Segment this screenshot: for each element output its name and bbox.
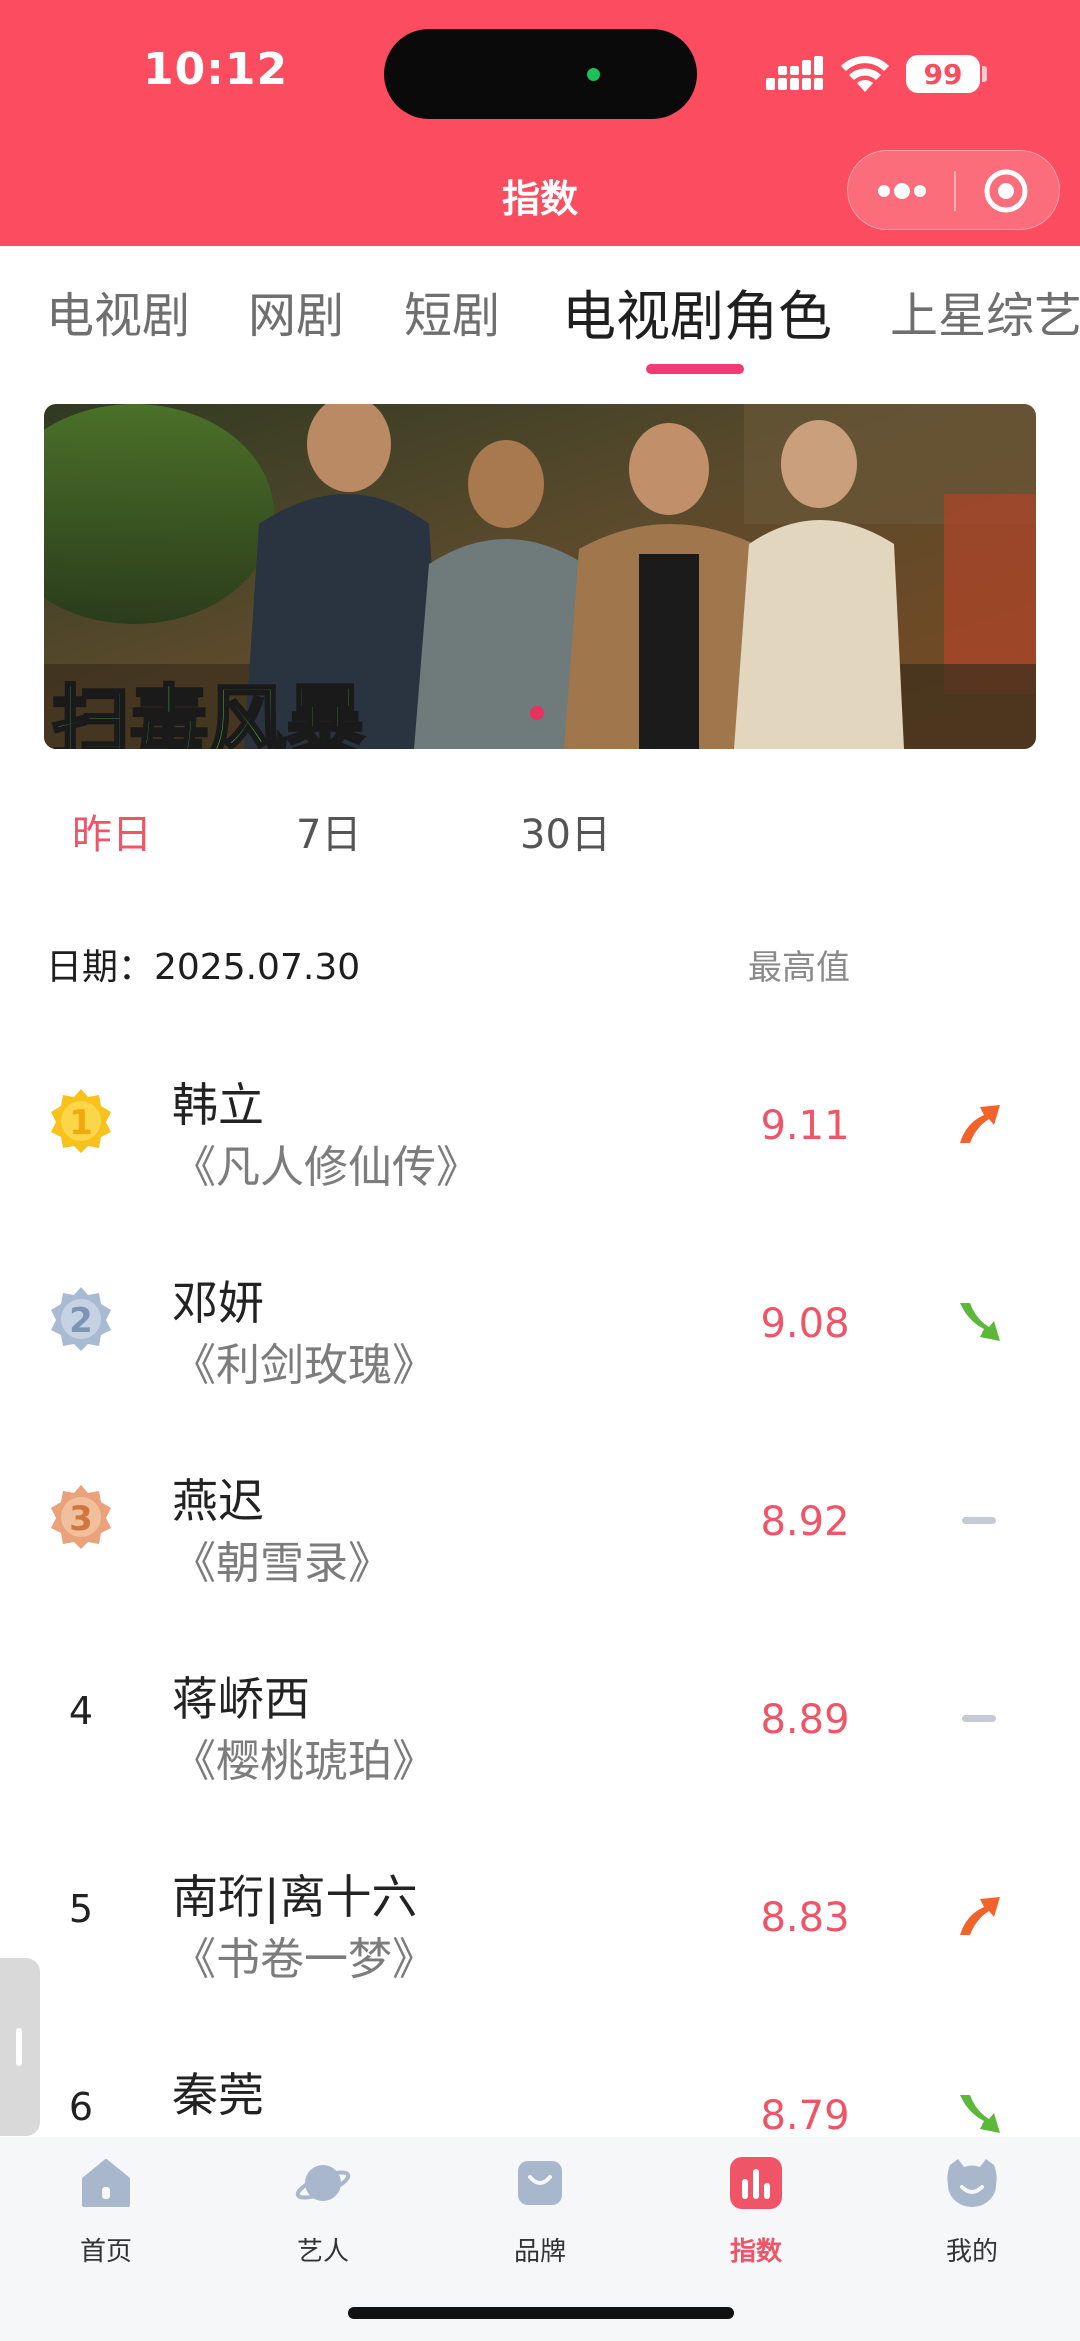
score-value: 8.79: [760, 2093, 850, 2137]
tab-tv-drama-role[interactable]: 电视剧角色: [562, 272, 832, 351]
role-name: 韩立: [172, 1078, 264, 1132]
ranking-row[interactable]: 6 秦莞 8.79: [0, 2015, 1080, 2137]
tabbar-index[interactable]: 指数: [696, 2151, 816, 2271]
tabbar-home[interactable]: 首页: [46, 2151, 166, 2271]
medal-rank-number: 2: [69, 1301, 93, 1341]
role-name: 南珩|离十六: [172, 1870, 418, 1924]
rank-number: 4: [68, 1689, 94, 1733]
tabbar-label: 艺人: [296, 2237, 349, 2267]
drama-name: 《朝雪录》: [172, 1538, 392, 1589]
miniprogram-capsule: [847, 150, 1060, 230]
tab-short-drama[interactable]: 短剧: [404, 276, 500, 346]
tab-tv-drama[interactable]: 电视剧: [46, 276, 190, 346]
role-name: 蒋峤西: [172, 1672, 310, 1726]
rank-number: 6: [68, 2085, 94, 2129]
ranking-row[interactable]: 1 韩立 《凡人修仙传》 9.11: [0, 1025, 1080, 1223]
score-value: 8.92: [760, 1499, 850, 1545]
promo-banner[interactable]: 扫毒风暴: [44, 404, 1036, 749]
tabbar-brand[interactable]: 品牌: [480, 2151, 600, 2271]
trend-up-icon: [960, 1897, 1000, 1935]
medal-rank-number: 3: [69, 1499, 93, 1539]
status-time: 10:12: [143, 44, 289, 95]
camera-indicator-dot: [587, 68, 600, 81]
trend-up-icon: [960, 1105, 1000, 1143]
banner-image: 扫毒风暴: [44, 404, 1036, 749]
trend-down-icon: [960, 1303, 1000, 1341]
drama-name: 《利剑玫瑰》: [172, 1340, 436, 1391]
cellular-signal-icon: [766, 56, 823, 90]
wifi-icon: [841, 56, 889, 92]
shopping-bag-icon: [518, 2161, 562, 2205]
role-name: 燕迟: [172, 1474, 264, 1528]
role-name: 邓妍: [172, 1276, 264, 1330]
dynamic-island: [384, 29, 697, 119]
battery-indicator: 99: [906, 55, 980, 93]
score-value: 9.11: [760, 1103, 850, 1149]
score-value: 8.89: [760, 1697, 850, 1743]
trend-flat-icon: [962, 1517, 996, 1524]
trend-down-icon: [960, 2095, 1000, 2133]
target-close-icon[interactable]: [982, 167, 1030, 215]
active-tab-indicator: [646, 364, 744, 374]
trend-flat-icon: [962, 1715, 996, 1722]
battery-tip: [982, 66, 987, 82]
rank-number: 5: [68, 1887, 94, 1931]
tabbar-mine[interactable]: 我的: [912, 2151, 1032, 2271]
gold-medal-icon: 1: [51, 1089, 111, 1153]
silver-medal-icon: 2: [51, 1287, 111, 1351]
capsule-divider: [954, 171, 956, 211]
ranking-list: 1 韩立 《凡人修仙传》 9.11 2 邓妍 《利剑玫瑰》 9.08 3 燕迟 …: [0, 1025, 1080, 2137]
ranking-row[interactable]: 4 蒋峤西 《樱桃琥珀》 8.89: [0, 1619, 1080, 1817]
role-name: 秦莞: [172, 2068, 264, 2122]
more-dots-icon[interactable]: [874, 175, 930, 207]
tabbar-label: 指数: [729, 2237, 782, 2267]
banner-title: 扫毒风暴: [52, 678, 364, 749]
tabbar-label: 品牌: [513, 2237, 566, 2267]
app-page: 10:12 99 指数 电视剧 网剧 短剧 电视剧角色 上星综艺 扫毒风暴 昨日…: [0, 0, 1080, 2341]
ranking-row[interactable]: 3 燕迟 《朝雪录》 8.92: [0, 1421, 1080, 1619]
date-label: 日期：2025.07.30: [46, 947, 361, 988]
drama-name: 《樱桃琥珀》: [172, 1736, 436, 1787]
medal-rank-number: 1: [69, 1103, 93, 1143]
banner-page-dot: [530, 706, 544, 720]
bronze-medal-icon: 3: [51, 1485, 111, 1549]
ranking-row[interactable]: 2 邓妍 《利剑玫瑰》 9.08: [0, 1223, 1080, 1421]
profile-face-icon: [947, 2159, 997, 2207]
tabbar-label: 首页: [79, 2237, 132, 2267]
tab-web-drama[interactable]: 网剧: [248, 276, 344, 346]
tabbar-artist[interactable]: 艺人: [263, 2151, 383, 2271]
bar-chart-icon: [730, 2157, 782, 2209]
category-tabs: 电视剧 网剧 短剧 电视剧角色 上星综艺: [0, 246, 1080, 376]
max-value-label: 最高值: [748, 948, 850, 988]
score-value: 8.83: [760, 1895, 850, 1941]
drama-name: 《书卷一梦》: [172, 1934, 436, 1985]
drama-name: 《凡人修仙传》: [172, 1142, 480, 1193]
period-30-days[interactable]: 30日: [520, 802, 611, 860]
side-drawer-handle[interactable]: [0, 1958, 40, 2136]
tab-variety[interactable]: 上星综艺: [890, 276, 1080, 346]
period-yesterday[interactable]: 昨日: [72, 802, 152, 860]
planet-icon: [295, 2165, 351, 2201]
home-indicator: [348, 2307, 734, 2319]
ranking-row[interactable]: 5 南珩|离十六 《书卷一梦》 8.83: [0, 1817, 1080, 2015]
header: 10:12 99 指数: [0, 0, 1080, 246]
home-icon: [82, 2159, 130, 2207]
score-value: 9.08: [760, 1301, 850, 1347]
period-7-days[interactable]: 7日: [296, 802, 361, 860]
tabbar-label: 我的: [945, 2237, 998, 2267]
